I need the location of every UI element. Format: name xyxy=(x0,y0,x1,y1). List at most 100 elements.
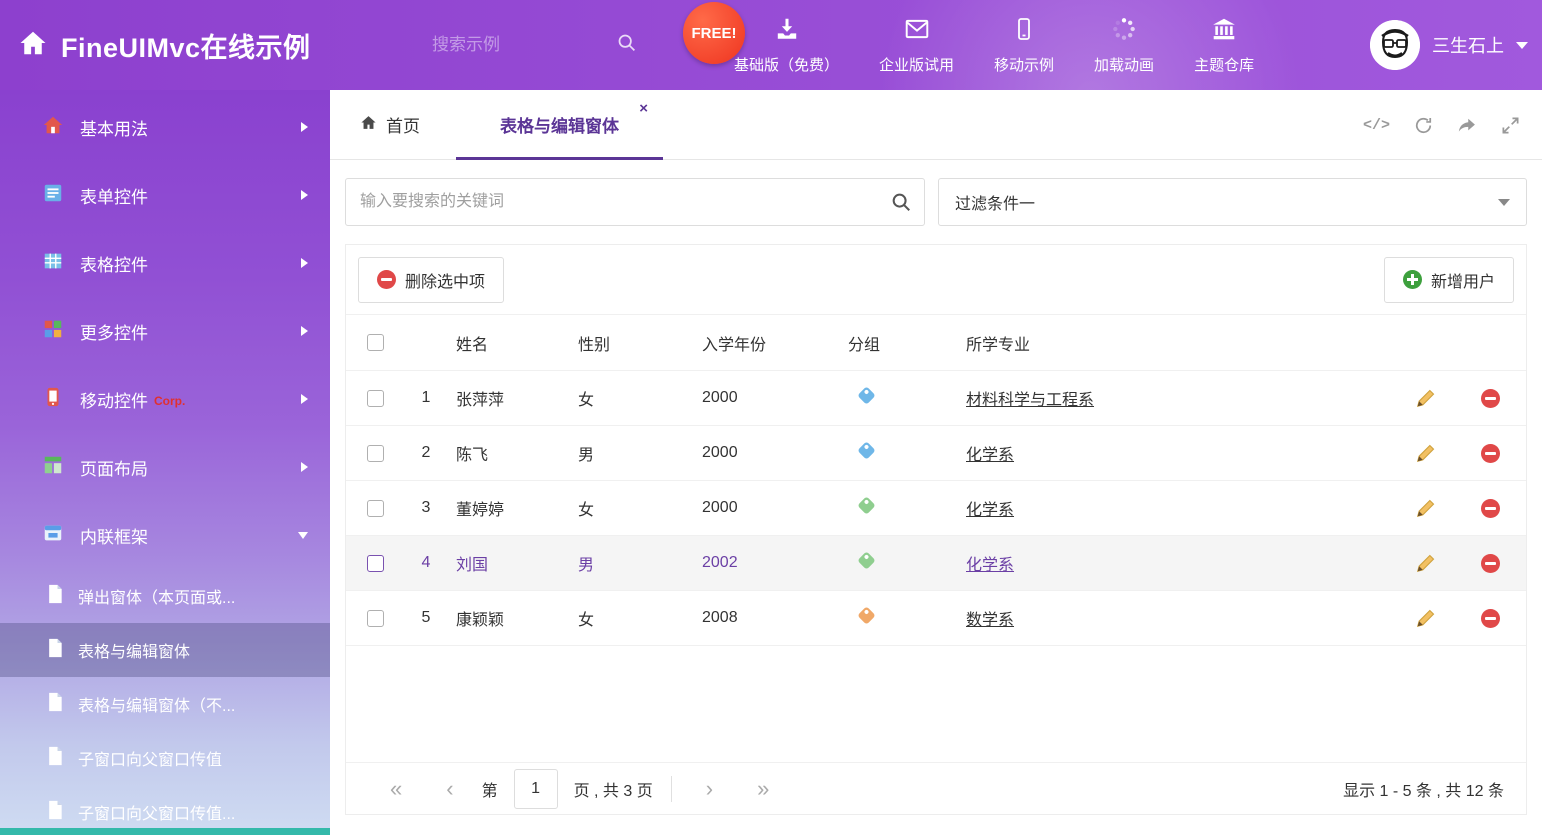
layout-icon xyxy=(42,454,64,481)
column-header-year: 入学年份 xyxy=(694,331,840,355)
edit-button[interactable] xyxy=(1415,442,1437,464)
delete-button[interactable] xyxy=(1481,389,1500,408)
table-header-row: 姓名 性别 入学年份 分组 所学专业 xyxy=(346,315,1526,371)
add-user-button[interactable]: 新增用户 xyxy=(1384,257,1514,303)
tab-close-icon[interactable]: × xyxy=(639,101,648,116)
user-menu[interactable]: 三生石上 xyxy=(1370,0,1528,90)
header-search[interactable] xyxy=(432,20,637,70)
nav-item-enterprise-trial[interactable]: 企业版试用 xyxy=(879,16,954,75)
group-tag-icon xyxy=(857,551,875,569)
tab-grid-edit-window[interactable]: 表格与编辑窗体 × xyxy=(456,90,663,159)
cell-year: 2000 xyxy=(694,389,840,407)
edit-button[interactable] xyxy=(1415,387,1437,409)
file-icon xyxy=(46,800,64,825)
tab-tools: </> xyxy=(1363,90,1520,160)
major-link[interactable]: 化学系 xyxy=(966,447,1014,464)
tab-home[interactable]: 首页 xyxy=(360,90,420,159)
nav-item-loading-animation[interactable]: 加载动画 xyxy=(1094,16,1154,75)
filter-dropdown[interactable]: 过滤条件一 xyxy=(938,178,1527,226)
edit-button[interactable] xyxy=(1415,552,1437,574)
chevron-down-icon xyxy=(1498,199,1510,206)
major-link[interactable]: 材料科学与工程系 xyxy=(966,392,1094,409)
refresh-icon[interactable] xyxy=(1414,116,1433,135)
row-checkbox[interactable] xyxy=(367,500,384,517)
delete-button[interactable] xyxy=(1481,499,1500,518)
cell-gender: 女 xyxy=(570,606,694,630)
submenu-item-grid-edit-window[interactable]: 表格与编辑窗体 xyxy=(0,623,330,677)
pagination-first-icon[interactable]: « xyxy=(368,778,424,800)
keyword-search-input[interactable] xyxy=(345,178,925,226)
divider xyxy=(671,776,672,802)
search-icon[interactable] xyxy=(616,32,637,58)
row-checkbox[interactable] xyxy=(367,390,384,407)
page-label-prefix: 第 xyxy=(482,777,498,801)
table-row[interactable]: 2 陈飞 男 2000 化学系 xyxy=(346,426,1526,481)
nav-item-mobile-demo[interactable]: 移动示例 xyxy=(994,16,1054,75)
major-link[interactable]: 化学系 xyxy=(966,502,1014,519)
pagination-last-icon[interactable]: » xyxy=(735,778,791,800)
pagination-next-icon[interactable]: › xyxy=(684,778,735,800)
main-content: 首页 表格与编辑窗体 × </> xyxy=(330,90,1542,835)
row-number: 3 xyxy=(422,499,431,517)
submenu-item-child-to-parent[interactable]: 子窗口向父窗口传值 xyxy=(0,731,330,785)
major-link[interactable]: 数学系 xyxy=(966,612,1014,629)
table-row[interactable]: 3 董婷婷 女 2000 化学系 xyxy=(346,481,1526,536)
minus-circle-icon xyxy=(377,270,396,289)
cell-year: 2000 xyxy=(694,499,840,517)
sidebar-item-page-layout[interactable]: 页面布局 xyxy=(0,433,330,501)
group-tag-icon xyxy=(857,441,875,459)
sidebar-item-more-controls[interactable]: 更多控件 xyxy=(0,297,330,365)
nav-item-theme-repository[interactable]: 主题仓库 xyxy=(1194,16,1254,75)
sidebar-item-form-controls[interactable]: 表单控件 xyxy=(0,161,330,229)
open-new-window-icon[interactable] xyxy=(1457,115,1477,135)
header-search-input[interactable] xyxy=(432,35,608,55)
delete-button[interactable] xyxy=(1481,609,1500,628)
home-icon xyxy=(360,114,377,136)
delete-button[interactable] xyxy=(1481,444,1500,463)
select-all-checkbox[interactable] xyxy=(367,334,384,351)
mobile-icon xyxy=(1012,16,1036,47)
edit-button[interactable] xyxy=(1415,497,1437,519)
minus-circle-icon xyxy=(1481,389,1500,408)
cell-name: 陈飞 xyxy=(448,441,570,465)
cell-gender: 女 xyxy=(570,496,694,520)
row-checkbox[interactable] xyxy=(367,445,384,462)
search-icon[interactable] xyxy=(890,191,912,218)
table-row-selected[interactable]: 4 刘国 男 2002 化学系 xyxy=(346,536,1526,591)
page-number-input[interactable] xyxy=(514,769,558,809)
minus-circle-icon xyxy=(1481,444,1500,463)
major-link[interactable]: 化学系 xyxy=(966,557,1014,574)
column-header-name: 姓名 xyxy=(448,331,570,355)
sidebar-item-inline-frame[interactable]: 内联框架 xyxy=(0,501,330,569)
cell-name: 刘国 xyxy=(448,551,570,575)
submenu-item-popup-window[interactable]: 弹出窗体（本页面或... xyxy=(0,569,330,623)
sidebar-item-grid-controls[interactable]: 表格控件 xyxy=(0,229,330,297)
table-row[interactable]: 5 康颖颖 女 2008 数学系 xyxy=(346,591,1526,646)
filter-row: 过滤条件一 xyxy=(330,160,1542,244)
nav-label: 移动示例 xyxy=(994,54,1054,75)
avatar xyxy=(1370,20,1420,70)
sidebar-item-basic-usage[interactable]: 基本用法 xyxy=(0,93,330,161)
free-badge: FREE! xyxy=(683,2,745,64)
delete-selected-button[interactable]: 删除选中项 xyxy=(358,257,504,303)
view-source-icon[interactable]: </> xyxy=(1363,117,1390,134)
submenu-item-grid-edit-window-2[interactable]: 表格与编辑窗体（不... xyxy=(0,677,330,731)
sidebar-submenu: 弹出窗体（本页面或... 表格与编辑窗体 表格与编辑窗体（不... xyxy=(0,569,330,835)
tab-active-label: 表格与编辑窗体 xyxy=(500,112,619,137)
pagination-prev-icon[interactable]: ‹ xyxy=(424,778,475,800)
cell-gender: 男 xyxy=(570,441,694,465)
row-checkbox[interactable] xyxy=(367,610,384,627)
table-row[interactable]: 1 张萍萍 女 2000 材料科学与工程系 xyxy=(346,371,1526,426)
row-checkbox[interactable] xyxy=(367,555,384,572)
delete-button[interactable] xyxy=(1481,554,1500,573)
tab-bar: 首页 表格与编辑窗体 × </> xyxy=(330,90,1542,160)
home-icon xyxy=(18,28,48,63)
file-icon xyxy=(46,584,64,609)
brand[interactable]: FineUIMvc在线示例 xyxy=(18,0,311,90)
edit-button[interactable] xyxy=(1415,607,1437,629)
sidebar-item-mobile-controls[interactable]: 移动控件 Corp. xyxy=(0,365,330,433)
nav-label: 企业版试用 xyxy=(879,54,954,75)
bank-icon xyxy=(1211,16,1237,47)
fullscreen-icon[interactable] xyxy=(1501,116,1520,135)
nav-item-basic-edition[interactable]: 基础版（免费） xyxy=(734,16,839,75)
